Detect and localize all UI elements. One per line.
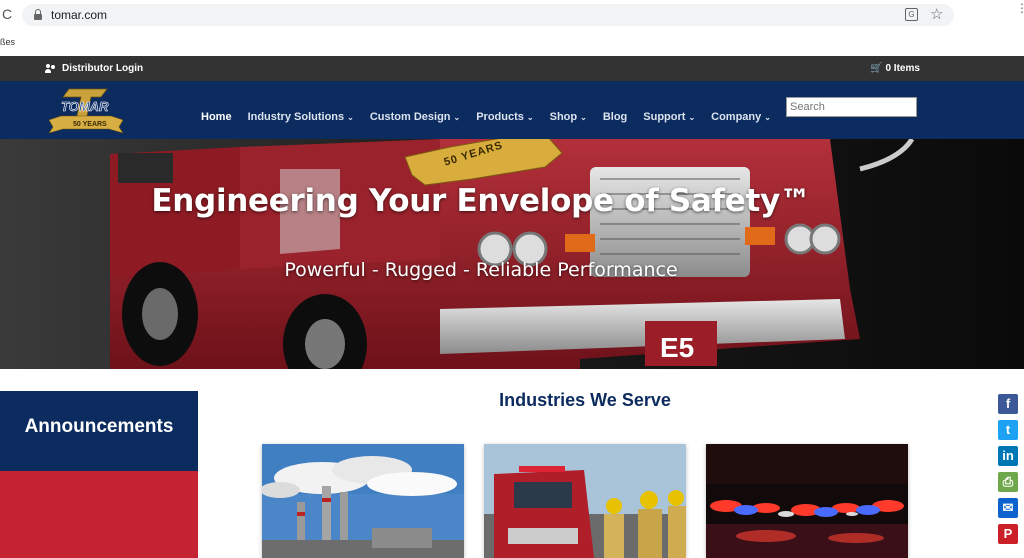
users-icon xyxy=(45,64,57,73)
translate-icon[interactable]: G xyxy=(905,8,918,21)
pinterest-icon[interactable]: P xyxy=(998,524,1018,544)
facebook-icon[interactable]: f xyxy=(998,394,1018,414)
main-nav: Home Industry Solutions ⌄ Custom Design ⌄ Pro… xyxy=(201,111,787,123)
print-icon[interactable]: ⎙ xyxy=(998,472,1018,492)
announcements-title[interactable]: Announcements xyxy=(0,391,198,471)
announcements-panel: Announcements xyxy=(0,391,198,558)
address-bar[interactable]: tomar.com G ☆ xyxy=(22,4,954,26)
distributor-login-label: Distributor Login xyxy=(62,63,144,74)
power-plant-image xyxy=(262,444,464,558)
chevron-down-icon: ⌄ xyxy=(764,113,771,122)
chevron-down-icon: ⌄ xyxy=(347,113,354,122)
nav-item-products[interactable]: Products ⌄ xyxy=(476,111,533,123)
nav-item-shop[interactable]: Shop ⌄ xyxy=(550,111,587,123)
url-text[interactable]: tomar.com xyxy=(51,8,107,22)
nav-item-label: Blog xyxy=(602,111,628,123)
nav-item-label: Company xyxy=(711,111,762,123)
industry-card-utility[interactable] xyxy=(262,444,464,558)
industries-title: Industries We Serve xyxy=(499,390,671,410)
industry-card-fire-rescue[interactable] xyxy=(484,444,686,558)
fire-truck-image: E5 xyxy=(0,139,1024,369)
nav-item-label: Products xyxy=(476,111,524,123)
hero-banner: E5 50 YEARS Engineering Your Envelope of… xyxy=(0,139,1024,369)
social-share-bar: f t in ⎙ ✉ P xyxy=(998,394,1018,550)
police-lights-image xyxy=(706,444,908,558)
lock-icon xyxy=(34,9,42,20)
distributor-login-link[interactable]: Distributor Login xyxy=(45,63,143,74)
nav-item-industry-solutions[interactable]: Industry Solutions ⌄ xyxy=(248,111,354,123)
twitter-icon[interactable]: t xyxy=(998,420,1018,440)
cart-icon: 🛒 xyxy=(870,63,883,74)
utility-bar: Distributor Login 🛒 0 Items xyxy=(0,56,1024,81)
email-icon[interactable]: ✉ xyxy=(998,498,1018,518)
logo-brand-text: TOMAR xyxy=(61,99,109,114)
nav-item-blog[interactable]: Blog xyxy=(603,111,627,123)
fire-truck-firefighters-image xyxy=(484,444,686,558)
hero-subtitle: Powerful - Rugged - Reliable Performance xyxy=(284,259,678,281)
cart-link[interactable]: 🛒 0 Items xyxy=(870,63,920,74)
search-input[interactable] xyxy=(786,97,917,117)
chevron-down-icon: ⌄ xyxy=(453,113,461,122)
bookmark-bar-item[interactable]: ßes xyxy=(0,37,15,47)
nav-item-support[interactable]: Support ⌄ xyxy=(643,111,695,123)
chevron-down-icon: ⌄ xyxy=(688,113,696,122)
site-header: TOMAR 50 YEARS Home Industry Solutions ⌄ Cu… xyxy=(0,81,1024,139)
tomar-logo[interactable]: TOMAR 50 YEARS xyxy=(49,87,123,135)
nav-item-label: Industry Solutions xyxy=(247,111,345,123)
linkedin-icon[interactable]: in xyxy=(998,446,1018,466)
nav-item-label: Support xyxy=(643,111,686,123)
nav-item-custom-design[interactable]: Custom Design ⌄ xyxy=(370,111,460,123)
nav-item-company[interactable]: Company ⌄ xyxy=(711,111,771,123)
browser-chrome: C tomar.com G ☆ ⋮ ßes xyxy=(0,0,1024,56)
industry-card-law-enforcement[interactable] xyxy=(706,444,908,558)
bookmark-star-icon[interactable]: ☆ xyxy=(930,5,943,23)
nav-item-label: Home xyxy=(201,111,232,123)
nav-item-label: Custom Design xyxy=(369,111,451,123)
browser-menu-icon[interactable]: ⋮ xyxy=(1016,2,1024,14)
nav-item-label: Shop xyxy=(549,111,578,123)
nav-item-home[interactable]: Home xyxy=(201,111,232,123)
cart-count: 0 Items xyxy=(885,63,920,74)
reload-icon[interactable]: C xyxy=(2,6,12,22)
truck-number: E5 xyxy=(660,332,694,363)
announcements-body xyxy=(0,471,198,558)
chevron-down-icon: ⌄ xyxy=(580,113,587,122)
hero-title: Engineering Your Envelope of Safety™ xyxy=(151,183,811,219)
chevron-down-icon: ⌄ xyxy=(526,113,534,122)
logo-years-text: 50 YEARS xyxy=(73,121,107,128)
